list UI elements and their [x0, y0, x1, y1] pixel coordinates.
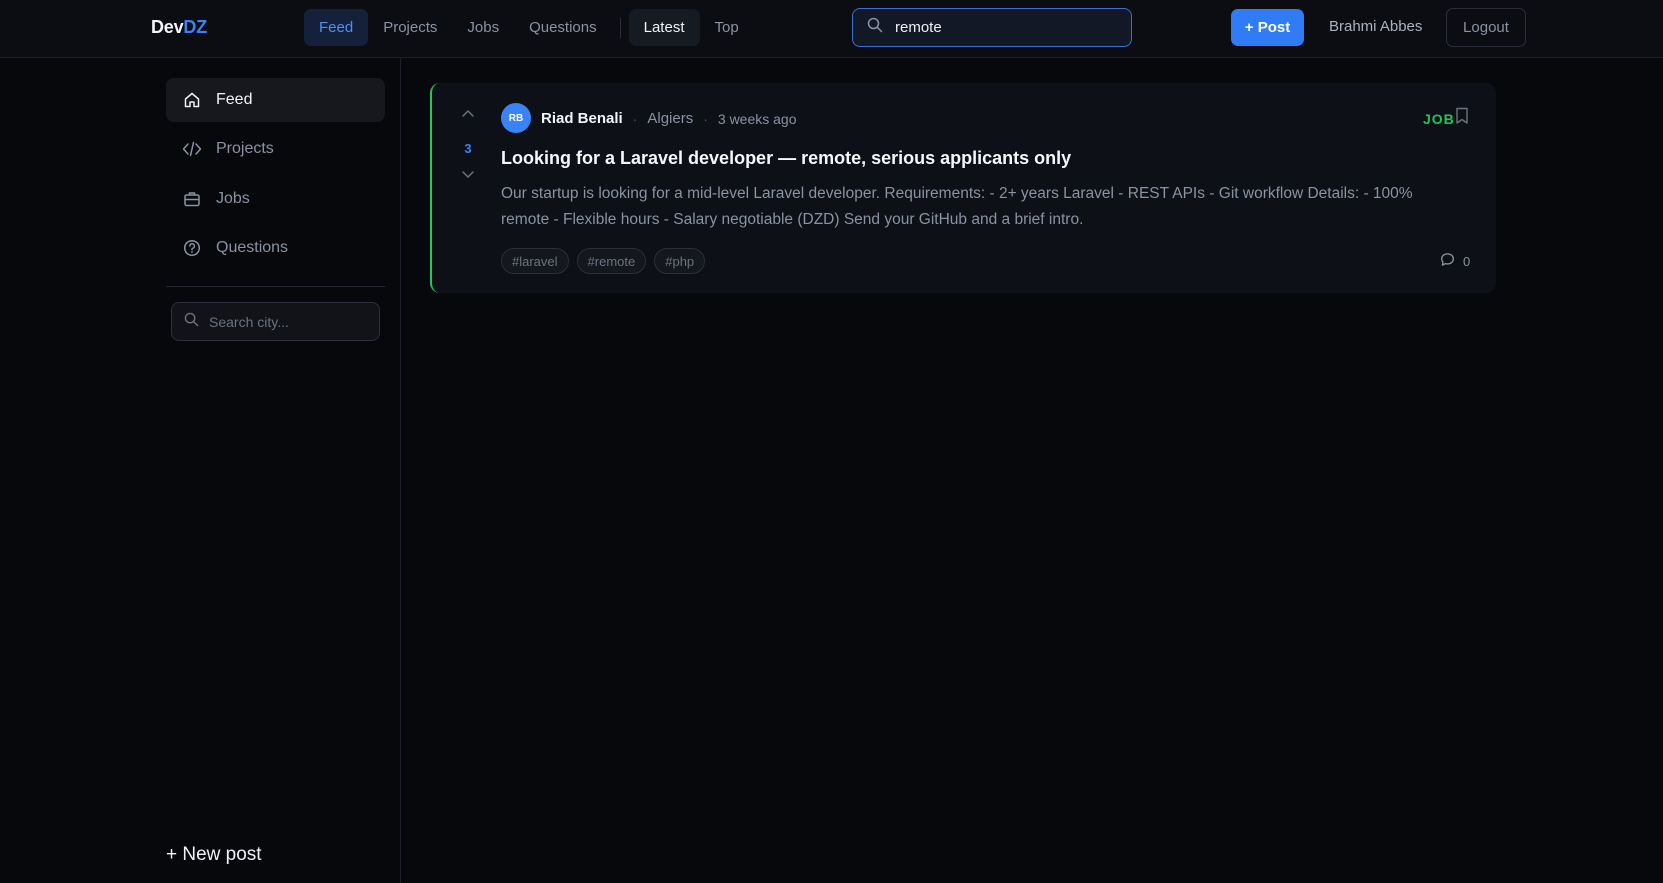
search-input[interactable] [895, 19, 1115, 36]
nav-tab-questions[interactable]: Questions [514, 9, 612, 46]
search-icon [867, 17, 883, 38]
top-bar: DevDZ Feed Projects Jobs Questions Lates… [0, 0, 1663, 58]
nav-tab-projects[interactable]: Projects [368, 9, 452, 46]
tag-php[interactable]: #php [654, 248, 706, 274]
briefcase-icon [182, 189, 202, 209]
home-icon [182, 90, 202, 110]
sidebar-item-label: Questions [216, 239, 289, 256]
search-icon [184, 312, 199, 332]
new-post-button[interactable]: + Post [1231, 9, 1304, 46]
top-nav: Feed Projects Jobs Questions Latest Top [304, 9, 754, 46]
post-tags: #laravel #remote #php [501, 248, 706, 274]
city-search-box[interactable] [171, 302, 380, 341]
vote-count: 3 [464, 141, 472, 156]
post-author[interactable]: Riad Benali [541, 110, 623, 127]
post-city: Algiers [647, 110, 694, 127]
logout-button[interactable]: Logout [1446, 8, 1526, 47]
post-meta: Riad Benali · Algiers · 3 weeks ago [541, 110, 797, 127]
bookmark-icon[interactable] [1455, 107, 1469, 130]
sidebar-item-feed[interactable]: Feed [166, 78, 385, 122]
sidebar-item-projects[interactable]: Projects [166, 127, 385, 171]
upvote-chevron-up-icon[interactable] [460, 107, 476, 126]
post-time: 3 weeks ago [717, 110, 797, 127]
tag-remote[interactable]: #remote [576, 248, 647, 274]
meta-separator: · [703, 110, 708, 127]
comment-count: 0 [1463, 253, 1471, 269]
help-circle-icon [182, 238, 202, 258]
post-title[interactable]: Looking for a Laravel developer — remote… [501, 148, 1071, 169]
sidebar-item-label: Projects [216, 140, 274, 157]
logo-dev: Dev [151, 17, 184, 37]
code-icon [182, 139, 202, 159]
tag-laravel[interactable]: #laravel [501, 248, 569, 274]
sidebar-item-questions[interactable]: Questions [166, 226, 385, 270]
avatar[interactable]: RB [501, 103, 531, 133]
sort-latest[interactable]: Latest [628, 9, 700, 46]
comments-button[interactable]: 0 [1440, 252, 1470, 270]
comment-icon [1440, 252, 1455, 270]
nav-divider [619, 17, 621, 38]
sort-top[interactable]: Top [700, 9, 754, 46]
downvote-chevron-down-icon[interactable] [460, 167, 476, 186]
city-search-input[interactable] [209, 313, 369, 330]
post-type-badge: JOB [1423, 111, 1455, 127]
sidebar-item-jobs[interactable]: Jobs [166, 177, 385, 221]
sidebar-new-post-button[interactable]: + New post [166, 844, 262, 866]
sidebar-item-label: Feed [216, 91, 253, 108]
meta-separator: · [632, 110, 638, 127]
sidebar-divider [166, 286, 385, 287]
user-name[interactable]: Brahmi Abbes [1329, 18, 1422, 35]
logo[interactable]: DevDZ [151, 17, 207, 38]
nav-tab-feed[interactable]: Feed [304, 9, 369, 46]
post-card[interactable]: 3 RB Riad Benali · Algiers · 3 weeks ago… [430, 83, 1496, 293]
sidebar: Feed Projects Jobs Questions + New post [0, 58, 401, 883]
nav-tab-jobs[interactable]: Jobs [452, 9, 514, 46]
logo-dz: DZ [183, 17, 208, 37]
sidebar-item-label: Jobs [216, 190, 250, 207]
post-body: Our startup is looking for a mid-level L… [501, 185, 1413, 228]
search-box[interactable] [852, 8, 1132, 47]
